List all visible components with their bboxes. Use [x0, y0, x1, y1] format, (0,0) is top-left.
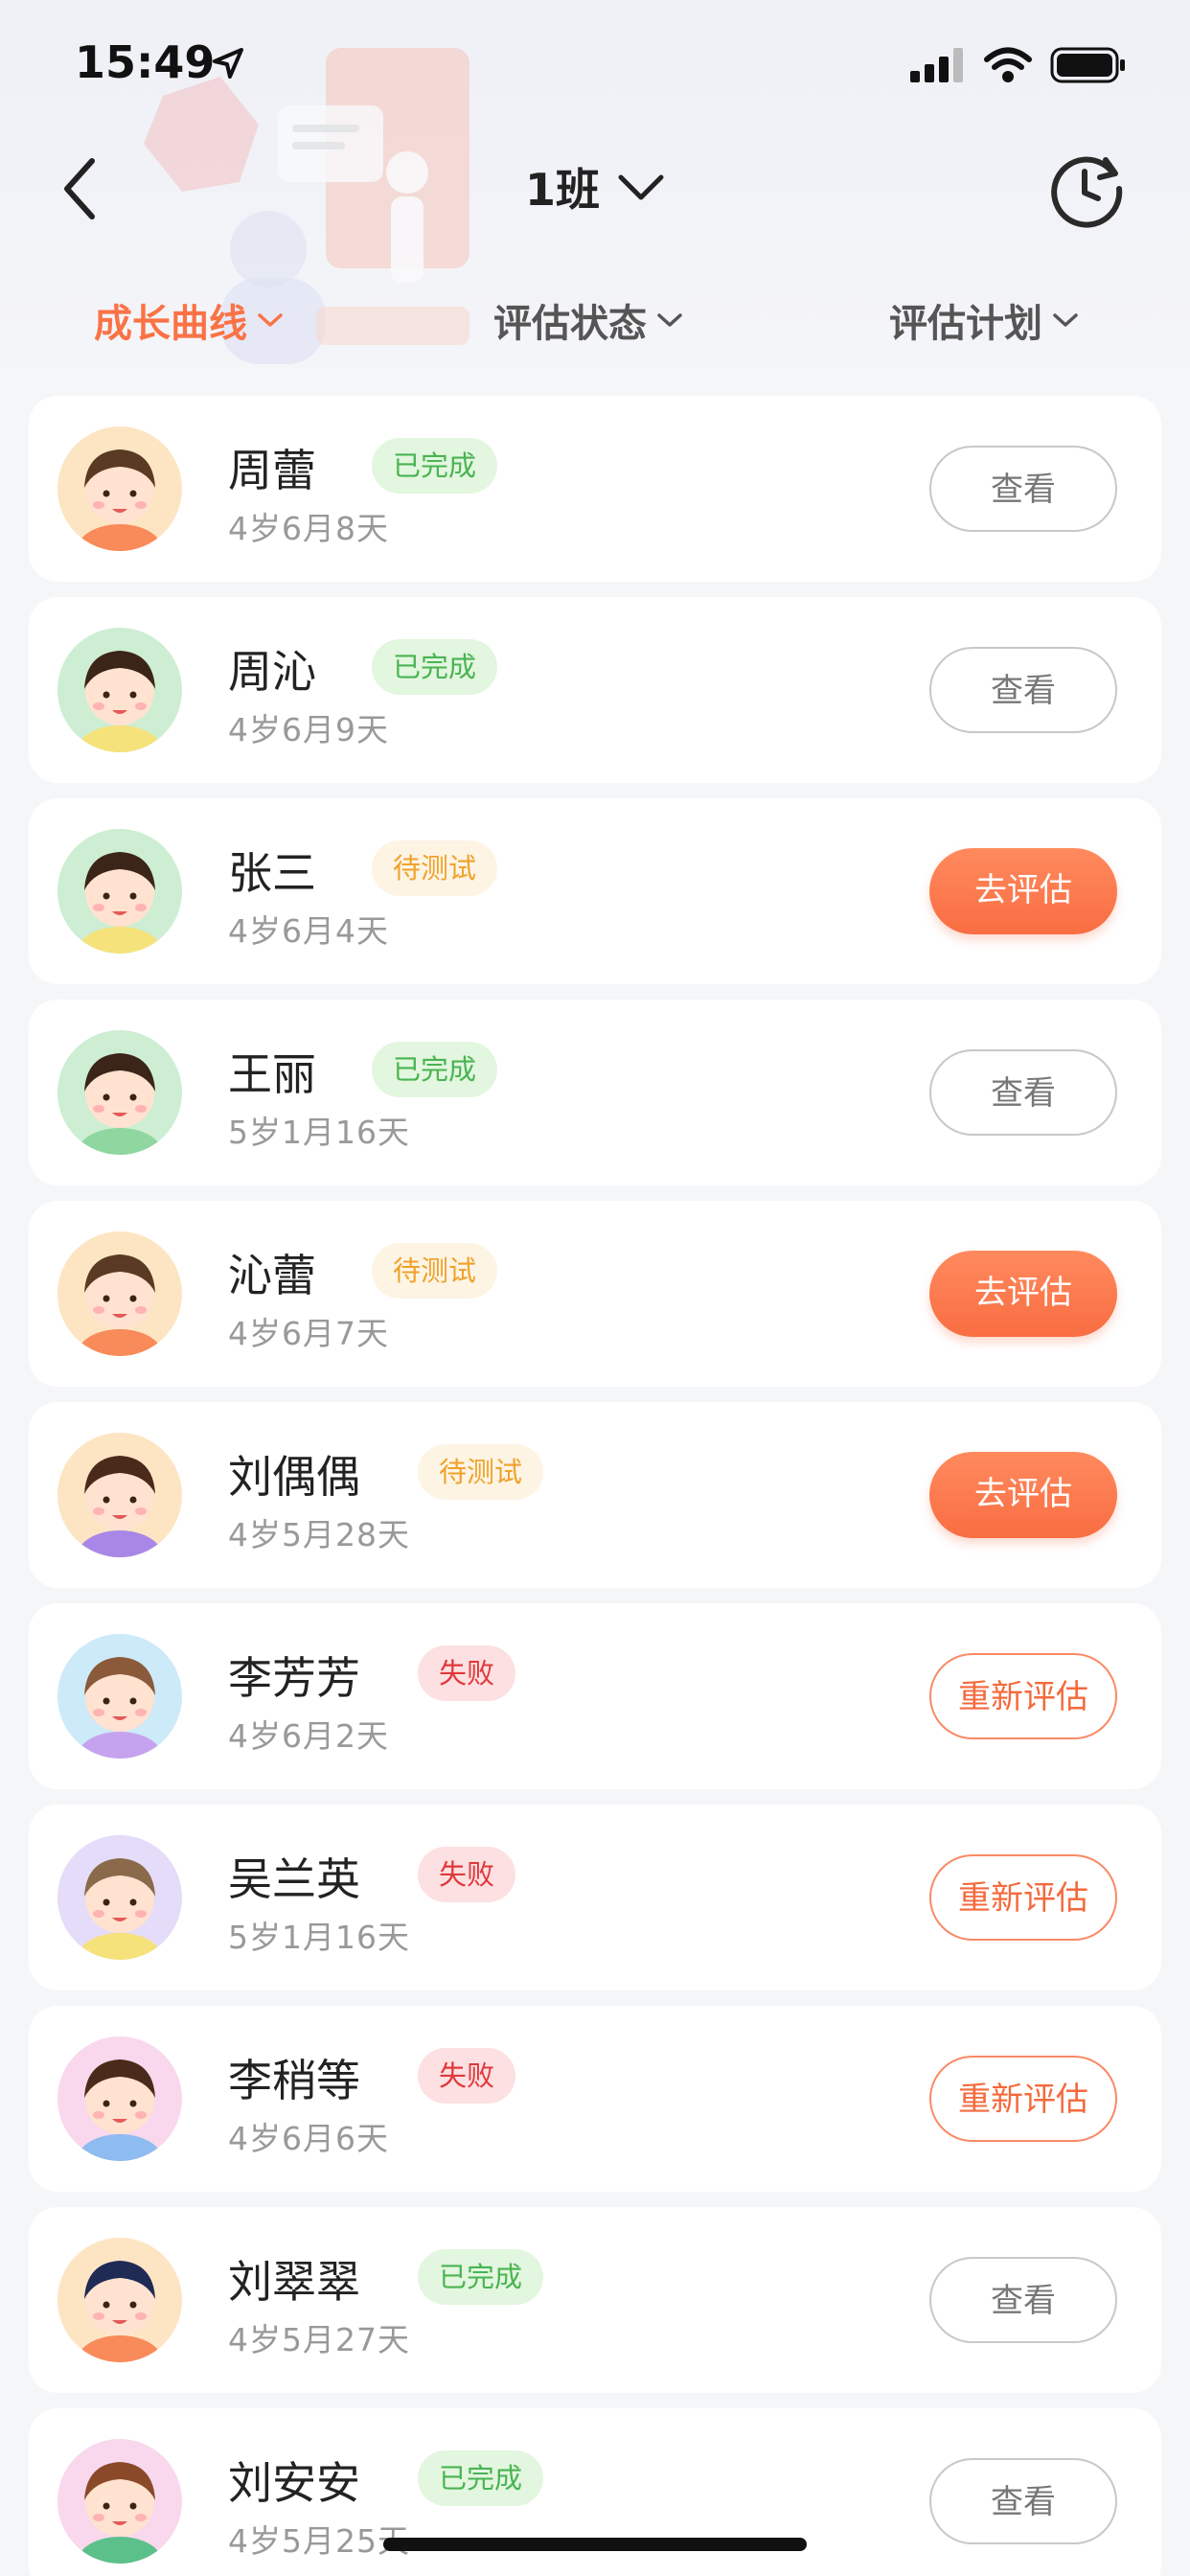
student-name: 李芳芳 — [228, 1652, 360, 1704]
location-arrow-icon — [213, 48, 243, 79]
chevron-down-icon — [1053, 313, 1078, 327]
student-card[interactable]: 吴兰英 失败 5岁1月16天 重新评估 — [29, 1805, 1161, 1990]
status-badge: 已完成 — [372, 438, 498, 494]
status-badge: 待测试 — [372, 1243, 498, 1299]
filter-assessment-plan[interactable]: 评估计划 — [889, 292, 1079, 348]
status-badge: 失败 — [418, 1847, 516, 1902]
student-name: 周蕾 — [228, 445, 316, 496]
chevron-down-icon — [618, 174, 664, 200]
child-avatar-icon — [78, 651, 162, 752]
filter-assessment-status[interactable]: 评估状态 — [493, 292, 683, 348]
reassess-button[interactable]: 重新评估 — [929, 2056, 1117, 2142]
student-name: 周沁 — [228, 646, 316, 698]
status-badge: 待测试 — [418, 1444, 544, 1500]
assess-button[interactable]: 去评估 — [929, 1452, 1117, 1538]
battery-icon — [1050, 47, 1125, 83]
home-indicator — [383, 2538, 807, 2551]
student-age: 4岁6月8天 — [228, 510, 389, 547]
status-badge: 待测试 — [372, 840, 498, 896]
child-avatar-icon — [78, 449, 162, 551]
student-age: 4岁6月6天 — [228, 2120, 389, 2157]
student-name: 刘偶偶 — [228, 1451, 360, 1503]
student-avatar — [57, 2036, 182, 2161]
student-age: 4岁6月2天 — [228, 1717, 389, 1755]
child-avatar-icon — [78, 1053, 162, 1155]
student-card[interactable]: 李芳芳 失败 4岁6月2天 重新评估 — [29, 1603, 1161, 1789]
student-card[interactable]: 周蕾 已完成 4岁6月8天 查看 — [29, 396, 1161, 582]
child-avatar-icon — [78, 2462, 162, 2564]
child-avatar-icon — [78, 2059, 162, 2161]
status-time: 15:49 — [75, 36, 216, 88]
child-avatar-icon — [78, 1254, 162, 1356]
student-avatar — [57, 628, 182, 752]
student-name: 张三 — [228, 847, 316, 899]
student-list: 周蕾 已完成 4岁6月8天 查看 周沁 已完成 4岁6月9天 查看 张三 待测试… — [29, 396, 1161, 2576]
student-avatar — [57, 1231, 182, 1356]
status-badge: 已完成 — [418, 2450, 544, 2506]
student-card[interactable]: 张三 待测试 4岁6月4天 去评估 — [29, 798, 1161, 984]
student-card[interactable]: 刘偶偶 待测试 4岁5月28天 去评估 — [29, 1402, 1161, 1588]
view-button[interactable]: 查看 — [929, 647, 1117, 733]
child-avatar-icon — [78, 2261, 162, 2362]
filter-bar: 成长曲线 评估状态 评估计划 — [0, 292, 1190, 359]
student-age: 4岁6月4天 — [228, 912, 389, 950]
status-badge: 已完成 — [372, 639, 498, 695]
filter-growth-curve[interactable]: 成长曲线 — [94, 292, 284, 348]
filter-label: 评估计划 — [889, 302, 1042, 346]
student-avatar — [57, 1634, 182, 1759]
student-age: 5岁1月16天 — [228, 1919, 410, 1956]
student-avatar — [57, 2238, 182, 2362]
student-age: 4岁5月27天 — [228, 2321, 410, 2358]
student-card[interactable]: 沁蕾 待测试 4岁6月7天 去评估 — [29, 1201, 1161, 1387]
class-selector[interactable]: 1班 — [0, 155, 1190, 218]
student-card[interactable]: 王丽 已完成 5岁1月16天 查看 — [29, 1000, 1161, 1185]
student-name: 吴兰英 — [228, 1853, 360, 1905]
student-avatar — [57, 1030, 182, 1155]
status-badge: 已完成 — [418, 2249, 544, 2305]
filter-label: 评估状态 — [493, 302, 647, 346]
status-badge: 失败 — [418, 2048, 516, 2104]
chevron-down-icon — [258, 313, 283, 327]
student-age: 4岁5月25天 — [228, 2522, 410, 2560]
student-name: 刘翠翠 — [228, 2256, 360, 2308]
child-avatar-icon — [78, 1456, 162, 1557]
chevron-down-icon — [657, 313, 682, 327]
student-card[interactable]: 周沁 已完成 4岁6月9天 查看 — [29, 597, 1161, 783]
view-button[interactable]: 查看 — [929, 1049, 1117, 1136]
student-name: 李稍等 — [228, 2055, 360, 2106]
filter-label: 成长曲线 — [94, 302, 247, 346]
view-button[interactable]: 查看 — [929, 2458, 1117, 2544]
reassess-button[interactable]: 重新评估 — [929, 1653, 1117, 1739]
student-age: 5岁1月16天 — [228, 1114, 410, 1151]
child-avatar-icon — [78, 1657, 162, 1759]
student-avatar — [57, 426, 182, 551]
student-avatar — [57, 1835, 182, 1960]
student-avatar — [57, 1433, 182, 1557]
reassess-button[interactable]: 重新评估 — [929, 1854, 1117, 1941]
student-name: 王丽 — [228, 1048, 316, 1100]
view-button[interactable]: 查看 — [929, 446, 1117, 532]
student-card[interactable]: 刘翠翠 已完成 4岁5月27天 查看 — [29, 2207, 1161, 2393]
view-button[interactable]: 查看 — [929, 2257, 1117, 2343]
assess-button[interactable]: 去评估 — [929, 848, 1117, 934]
status-icons — [910, 46, 1127, 84]
wifi-icon — [984, 47, 1032, 82]
student-avatar — [57, 829, 182, 954]
status-badge: 已完成 — [372, 1042, 498, 1097]
student-name: 刘安安 — [228, 2457, 360, 2509]
student-name: 沁蕾 — [228, 1250, 316, 1301]
student-age: 4岁6月7天 — [228, 1315, 389, 1352]
student-age: 4岁5月28天 — [228, 1516, 410, 1553]
child-avatar-icon — [78, 1858, 162, 1960]
student-avatar — [57, 2439, 182, 2564]
student-age: 4岁6月9天 — [228, 711, 389, 748]
history-icon[interactable] — [1046, 149, 1127, 229]
student-card[interactable]: 李稍等 失败 4岁6月6天 重新评估 — [29, 2006, 1161, 2192]
status-badge: 失败 — [418, 1645, 516, 1701]
signal-icon — [910, 48, 963, 82]
child-avatar-icon — [78, 852, 162, 954]
assess-button[interactable]: 去评估 — [929, 1251, 1117, 1337]
page-title: 1班 — [524, 164, 600, 216]
